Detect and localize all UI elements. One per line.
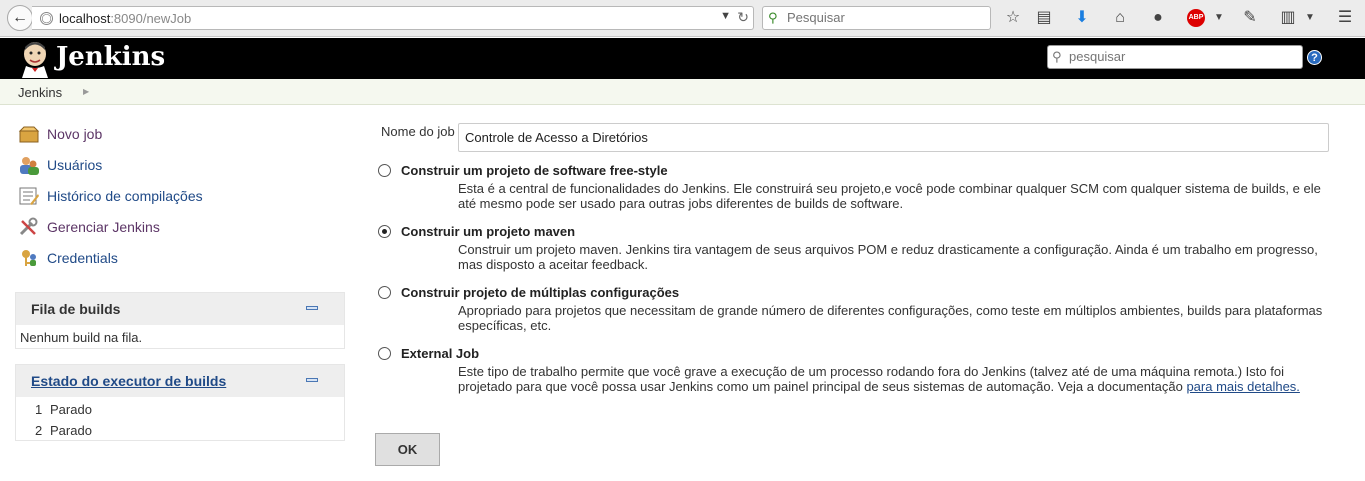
jenkins-butler-icon[interactable] bbox=[18, 41, 52, 78]
users-icon bbox=[20, 157, 39, 175]
option-description: Apropriado para projetos que necessitam … bbox=[458, 303, 1323, 333]
executor-row: 1 Parado bbox=[16, 397, 344, 418]
url-text[interactable]: localhost:8090/newJob bbox=[59, 11, 191, 26]
sidebar-item-manage-jenkins[interactable]: Gerenciar Jenkins bbox=[18, 216, 160, 238]
sidebar-item-users[interactable]: Usuários bbox=[18, 154, 102, 176]
job-type-option-external[interactable]: External Job Este tipo de trabalho permi… bbox=[378, 346, 1338, 401]
freestyle-radio[interactable] bbox=[378, 164, 391, 177]
manage-tools-icon bbox=[19, 217, 38, 236]
job-type-option-maven[interactable]: Construir um projeto maven Construir um … bbox=[378, 224, 1338, 279]
option-label[interactable]: Construir um projeto maven bbox=[401, 224, 575, 239]
clipboard-icon[interactable]: ▥ bbox=[1278, 8, 1298, 28]
browser-search-box[interactable]: ⚲ bbox=[762, 6, 991, 30]
ok-button[interactable]: OK bbox=[375, 433, 440, 466]
url-host: localhost bbox=[59, 11, 111, 26]
search-icon: ⚲ bbox=[768, 10, 778, 25]
url-dropdown-icon[interactable]: ▼ bbox=[720, 10, 731, 22]
sidebar-item-label[interactable]: Credentials bbox=[47, 250, 118, 266]
adblock-dropdown-icon[interactable]: ▼ bbox=[1209, 8, 1229, 28]
build-queue-header: Fila de builds bbox=[16, 293, 344, 325]
executor-status: Parado bbox=[50, 402, 92, 417]
option-label[interactable]: Construir projeto de múltiplas configura… bbox=[401, 285, 679, 300]
option-description: Construir um projeto maven. Jenkins tira… bbox=[458, 242, 1318, 272]
new-job-icon bbox=[18, 126, 40, 143]
executors-list: 1 Parado 2 Parado bbox=[16, 397, 344, 439]
job-name-input[interactable] bbox=[458, 123, 1329, 152]
build-queue-pane: Fila de builds Nenhum build na fila. bbox=[15, 292, 345, 349]
executor-number: 2 bbox=[35, 423, 43, 438]
extension-icon[interactable]: ✎ bbox=[1240, 8, 1260, 28]
download-icon[interactable]: ⬇ bbox=[1072, 8, 1092, 28]
url-path: :8090/newJob bbox=[110, 11, 192, 26]
breadcrumb-arrow-icon[interactable]: ▶ bbox=[83, 87, 89, 96]
collapse-icon[interactable] bbox=[306, 306, 318, 310]
job-type-option-freestyle[interactable]: Construir um projeto de software free-st… bbox=[378, 163, 1338, 218]
browser-search-input[interactable] bbox=[787, 10, 977, 25]
option-label[interactable]: External Job bbox=[401, 346, 479, 361]
credentials-icon bbox=[22, 250, 36, 266]
sidebar-item-label[interactable]: Gerenciar Jenkins bbox=[47, 219, 160, 235]
search-icon: ⚲ bbox=[1052, 49, 1062, 64]
option-description: Esta é a central de funcionalidades do J… bbox=[458, 181, 1321, 211]
adblock-icon[interactable]: ABP bbox=[1187, 9, 1205, 27]
reload-icon[interactable]: ↻ bbox=[737, 9, 749, 26]
globe-icon: ◯ bbox=[40, 12, 53, 25]
browser-toolbar: ← ◯ localhost:8090/newJob ▼ ↻ ⚲ ☆ ▤ ⬇ ⌂ … bbox=[0, 0, 1365, 37]
menu-icon[interactable]: ☰ bbox=[1335, 8, 1355, 28]
option-description-text: Este tipo de trabalho permite que você g… bbox=[458, 364, 1284, 394]
home-icon[interactable]: ⌂ bbox=[1110, 8, 1130, 28]
executors-pane: Estado do executor de builds 1 Parado 2 … bbox=[15, 364, 345, 441]
more-details-link[interactable]: para mais detalhes. bbox=[1186, 379, 1299, 394]
job-name-label: Nome do job bbox=[381, 124, 455, 139]
build-history-icon bbox=[19, 187, 39, 205]
option-label[interactable]: Construir um projeto de software free-st… bbox=[401, 163, 668, 178]
job-type-option-multiconfig[interactable]: Construir projeto de múltiplas configura… bbox=[378, 285, 1338, 340]
sidebar-item-new-job[interactable]: Novo job bbox=[18, 123, 102, 145]
breadcrumb: Jenkins ▶ bbox=[0, 79, 1365, 105]
executors-title[interactable]: Estado do executor de builds bbox=[31, 373, 226, 389]
executor-row: 2 Parado bbox=[16, 418, 344, 439]
build-queue-title: Fila de builds bbox=[31, 301, 121, 317]
jenkins-header: Jenkins ⚲ ? bbox=[0, 38, 1365, 79]
executor-status: Parado bbox=[50, 423, 92, 438]
multiconfig-radio[interactable] bbox=[378, 286, 391, 299]
executor-number: 1 bbox=[35, 402, 43, 417]
bookmark-star-icon[interactable]: ☆ bbox=[1003, 8, 1023, 28]
back-arrow-icon[interactable]: ← bbox=[7, 5, 33, 31]
help-icon[interactable]: ? bbox=[1307, 50, 1322, 65]
option-description: Este tipo de trabalho permite que você g… bbox=[458, 364, 1338, 394]
sidebar-item-label[interactable]: Novo job bbox=[47, 126, 102, 142]
sidebar-item-credentials[interactable]: Credentials bbox=[18, 247, 118, 269]
url-bar[interactable]: ◯ localhost:8090/newJob ▼ ↻ bbox=[32, 6, 754, 30]
maven-radio[interactable] bbox=[378, 225, 391, 238]
clipboard-dropdown-icon[interactable]: ▼ bbox=[1300, 8, 1320, 28]
breadcrumb-jenkins[interactable]: Jenkins bbox=[18, 85, 62, 100]
sidebar-item-build-history[interactable]: Histórico de compilações bbox=[18, 185, 203, 207]
sidebar-item-label[interactable]: Histórico de compilações bbox=[47, 188, 203, 204]
jenkins-search-box[interactable]: ⚲ bbox=[1047, 45, 1303, 69]
reading-list-icon[interactable]: ▤ bbox=[1034, 8, 1054, 28]
jenkins-title[interactable]: Jenkins bbox=[56, 42, 165, 72]
build-queue-empty: Nenhum build na fila. bbox=[20, 330, 143, 345]
executors-header: Estado do executor de builds bbox=[16, 365, 344, 397]
collapse-icon[interactable] bbox=[306, 378, 318, 382]
chat-icon[interactable]: ● bbox=[1148, 8, 1168, 28]
jenkins-search-input[interactable] bbox=[1069, 49, 1297, 64]
sidebar-item-label[interactable]: Usuários bbox=[47, 157, 102, 173]
external-radio[interactable] bbox=[378, 347, 391, 360]
